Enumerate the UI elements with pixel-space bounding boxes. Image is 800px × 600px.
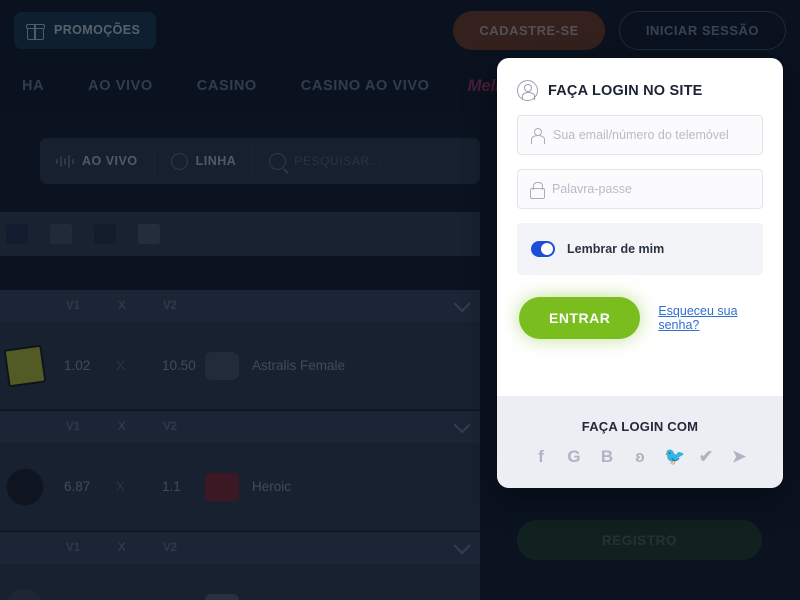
login-modal-title: FAÇA LOGIN NO SITE bbox=[548, 82, 703, 99]
remember-me-label: Lembrar de mim bbox=[567, 242, 665, 256]
wechat-icon[interactable]: ✔ bbox=[697, 448, 715, 465]
email-field[interactable]: Sua email/número do telemóvel bbox=[517, 115, 763, 155]
password-field[interactable]: Palavra-passe bbox=[517, 169, 763, 209]
login-modal: FAÇA LOGIN NO SITE Sua email/número do t… bbox=[497, 58, 783, 488]
social-login-title: FAÇA LOGIN COM bbox=[581, 419, 699, 434]
social-icon-row: f G B ʚ 🐦 ✔ ➤ bbox=[532, 448, 748, 465]
remember-me-row[interactable]: Lembrar de mim bbox=[517, 223, 763, 275]
password-placeholder: Palavra-passe bbox=[552, 182, 632, 196]
odnoklassniki-icon[interactable]: ʚ bbox=[631, 448, 649, 465]
vk-icon[interactable]: B bbox=[598, 448, 616, 465]
google-icon[interactable]: G bbox=[565, 448, 583, 465]
user-circle-icon bbox=[517, 80, 538, 101]
forgot-password-link[interactable]: Esqueceu sua senha? bbox=[658, 304, 763, 332]
submit-login-button[interactable]: ENTRAR bbox=[519, 297, 641, 339]
app-root: PROMOÇÕES CADASTRE-SE INICIAR SESSÃO HA … bbox=[0, 0, 800, 600]
toggle-knob bbox=[541, 243, 553, 255]
login-modal-header: FAÇA LOGIN NO SITE bbox=[497, 58, 783, 115]
facebook-icon[interactable]: f bbox=[532, 448, 550, 465]
social-login-footer: FAÇA LOGIN COM f G B ʚ 🐦 ✔ ➤ bbox=[497, 396, 783, 488]
twitter-icon[interactable]: 🐦 bbox=[664, 448, 685, 465]
person-icon bbox=[530, 127, 545, 144]
remember-me-toggle[interactable] bbox=[531, 241, 555, 257]
email-placeholder: Sua email/número do telemóvel bbox=[553, 128, 729, 142]
login-actions: ENTRAR Esqueceu sua senha? bbox=[497, 275, 783, 339]
lock-icon bbox=[530, 181, 545, 199]
telegram-icon[interactable]: ➤ bbox=[730, 448, 748, 465]
